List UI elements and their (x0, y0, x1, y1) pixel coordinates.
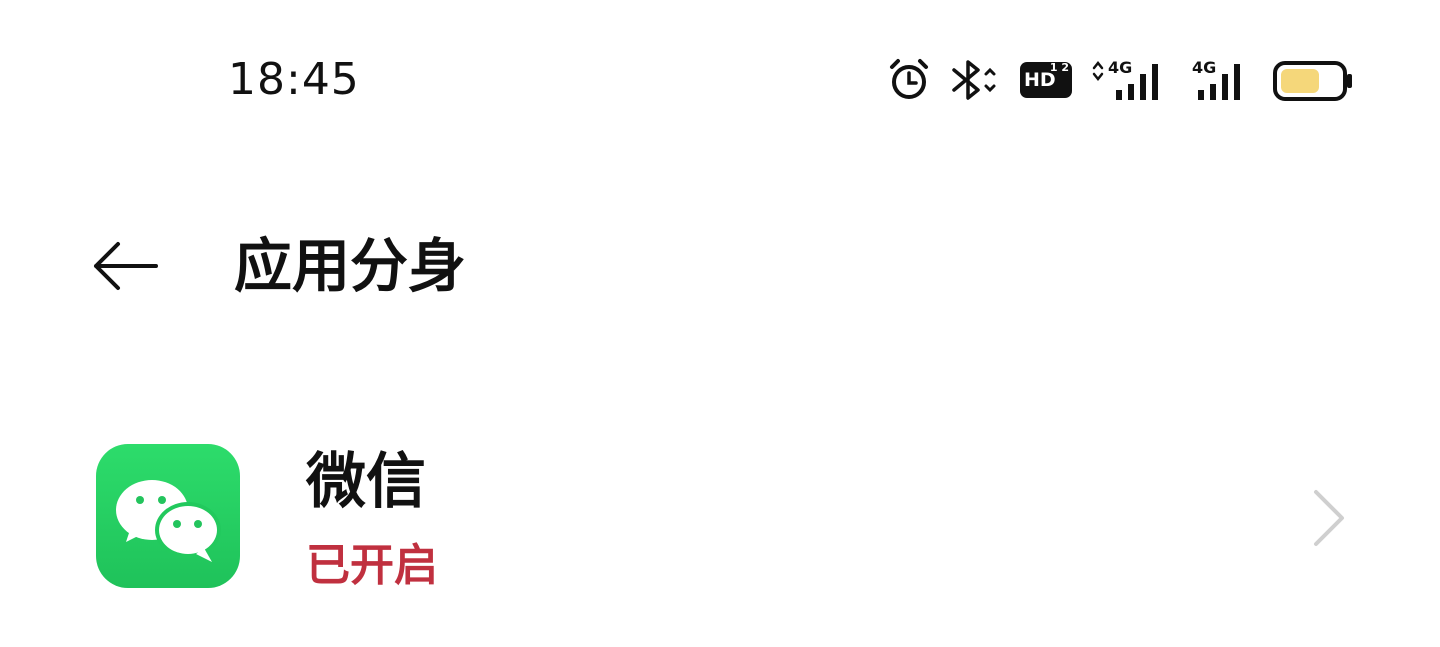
chevron-right-icon (1314, 490, 1344, 546)
battery-icon (1273, 61, 1352, 101)
page-title: 应用分身 (234, 232, 467, 300)
hd-voice-icon: HD 1 2 (1020, 62, 1072, 98)
app-status: 已开启 (306, 540, 438, 591)
app-clone-screen: 18:45 HD 1 2 4G 4G 应用分身 微信 已开启 (0, 0, 1440, 647)
arrow-left-icon (94, 242, 158, 290)
hd-sup: 1 2 (1049, 61, 1069, 74)
status-time: 18:45 (228, 54, 360, 105)
list-item-wechat[interactable]: 微信 已开启 (0, 430, 1440, 610)
bluetooth-icon (952, 60, 996, 100)
data-arrows-icon (1092, 60, 1104, 82)
alarm-icon (890, 59, 928, 99)
status-icons: HD 1 2 4G 4G (880, 56, 1360, 106)
back-button[interactable] (88, 236, 160, 296)
app-name: 微信 (306, 447, 426, 517)
wechat-icon (96, 444, 240, 588)
signal-4g-icon (1198, 64, 1240, 100)
signal-4g-icon (1116, 64, 1158, 100)
